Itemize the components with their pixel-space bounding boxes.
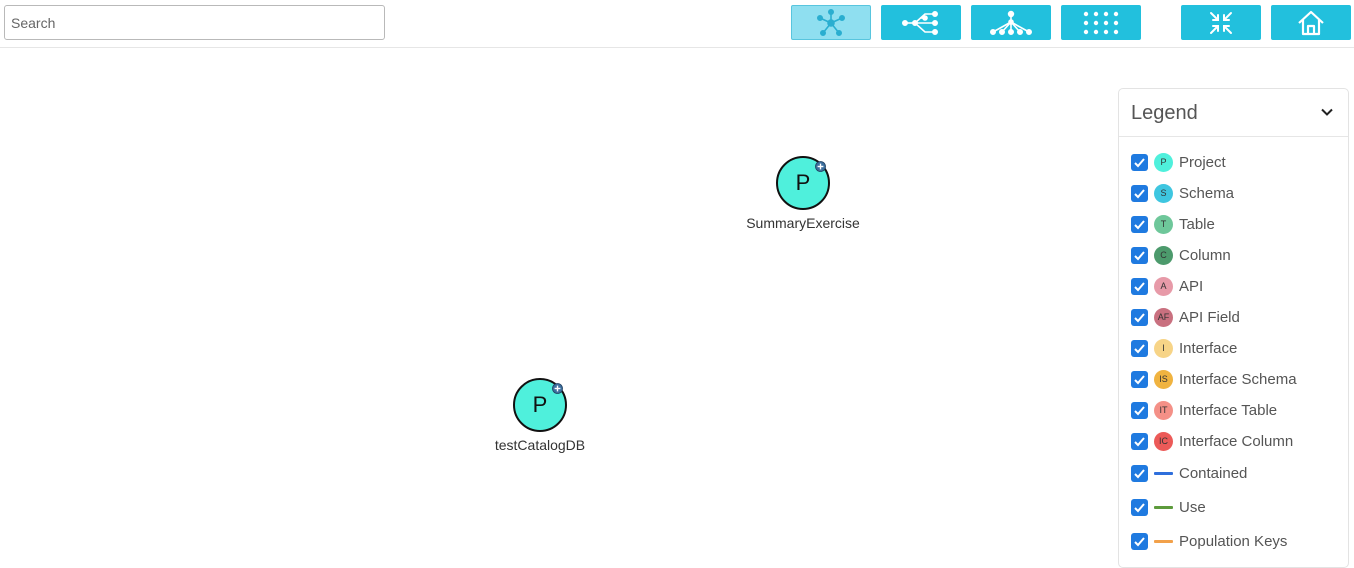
legend-item-interface-column[interactable]: IC Interface Column <box>1131 430 1293 452</box>
legend-checkbox[interactable] <box>1131 532 1148 550</box>
checkmark-icon <box>1134 436 1145 446</box>
checkmark-icon <box>1134 312 1145 322</box>
grid-layout-button[interactable] <box>1061 5 1141 40</box>
legend-label: Interface Table <box>1179 401 1278 419</box>
plus-circle-icon[interactable] <box>552 383 563 394</box>
legend-checkbox[interactable] <box>1131 215 1148 233</box>
vertical-tree-icon <box>989 10 1032 35</box>
legend-item-api[interactable]: A API <box>1131 275 1203 297</box>
legend-checkbox[interactable] <box>1131 498 1148 516</box>
tree-vertical-layout-button[interactable] <box>971 5 1051 40</box>
legend-item-use[interactable]: Use <box>1131 496 1206 518</box>
checkmark-icon <box>1134 250 1145 260</box>
legend-item-interface-schema[interactable]: IS Interface Schema <box>1131 368 1297 390</box>
legend-label: Interface Column <box>1179 432 1294 450</box>
checkmark-icon <box>1134 405 1145 415</box>
legend-badge: IS <box>1154 369 1173 389</box>
legend-checkbox[interactable] <box>1131 370 1148 388</box>
legend-badge: I <box>1154 338 1173 358</box>
legend-label: Project <box>1179 153 1226 171</box>
checkmark-icon <box>1134 343 1145 353</box>
plus-circle-icon[interactable] <box>815 161 826 172</box>
grid-dots-icon <box>1083 11 1119 34</box>
legend-checkbox[interactable] <box>1131 401 1148 419</box>
checkmark-icon <box>1134 188 1145 198</box>
legend-item-population-keys[interactable]: Population Keys <box>1131 530 1287 552</box>
legend-item-table[interactable]: T Table <box>1131 213 1215 235</box>
legend-line-swatch <box>1154 539 1173 543</box>
legend-checkbox[interactable] <box>1131 246 1148 264</box>
project-node-circle[interactable]: P <box>776 156 830 210</box>
legend-checkbox[interactable] <box>1131 339 1148 357</box>
graph-node[interactable]: P SummaryExercise <box>733 156 873 231</box>
legend-badge: A <box>1154 276 1173 296</box>
checkmark-icon <box>1134 281 1145 291</box>
star-layout-button[interactable] <box>791 5 871 40</box>
legend-item-interface-table[interactable]: IT Interface Table <box>1131 399 1277 421</box>
legend-checkbox[interactable] <box>1131 184 1148 202</box>
checkmark-icon <box>1134 219 1145 229</box>
home-icon <box>1298 10 1324 35</box>
legend-badge: S <box>1154 183 1173 203</box>
search-input[interactable] <box>4 5 385 40</box>
legend-badge: IT <box>1154 400 1173 420</box>
legend-label: Table <box>1179 215 1215 233</box>
star-network-icon <box>816 8 845 36</box>
legend-item-schema[interactable]: S Schema <box>1131 182 1234 204</box>
project-node-circle[interactable]: P <box>513 378 567 432</box>
legend-badge: AF <box>1154 307 1173 327</box>
legend-item-project[interactable]: P Project <box>1131 151 1226 173</box>
legend-item-interface[interactable]: I Interface <box>1131 337 1237 359</box>
legend-checkbox[interactable] <box>1131 277 1148 295</box>
legend-item-contained[interactable]: Contained <box>1131 462 1247 484</box>
legend-line-swatch <box>1154 471 1173 475</box>
legend-badge: C <box>1154 245 1173 265</box>
legend-label: Column <box>1179 246 1231 264</box>
legend-label: Schema <box>1179 184 1235 202</box>
horizontal-tree-icon <box>901 10 938 35</box>
legend-label: API <box>1179 277 1204 295</box>
legend-checkbox[interactable] <box>1131 308 1148 326</box>
chevron-down-icon[interactable] <box>1320 105 1334 119</box>
checkmark-icon <box>1134 536 1145 546</box>
legend-badge: IC <box>1154 431 1173 451</box>
checkmark-icon <box>1134 468 1145 478</box>
tree-horizontal-layout-button[interactable] <box>881 5 961 40</box>
node-type-letter: P <box>795 170 811 195</box>
legend-label: Contained <box>1179 464 1248 482</box>
collapse-arrows-icon <box>1210 11 1232 34</box>
legend-checkbox[interactable] <box>1131 464 1148 482</box>
node-type-letter: P <box>532 392 548 417</box>
legend-label: Population Keys <box>1179 532 1288 550</box>
graph-node[interactable]: P testCatalogDB <box>470 378 610 453</box>
legend-label: Use <box>1179 498 1206 516</box>
checkmark-icon <box>1134 374 1145 384</box>
legend-label: Interface <box>1179 339 1238 357</box>
legend-item-column[interactable]: C Column <box>1131 244 1231 266</box>
legend-badge: P <box>1154 152 1173 172</box>
legend-title: Legend <box>1131 102 1198 124</box>
legend-checkbox[interactable] <box>1131 153 1148 171</box>
legend-item-api-field[interactable]: AF API Field <box>1131 306 1240 328</box>
top-toolbar <box>0 0 1354 48</box>
node-label: SummaryExercise <box>746 215 860 231</box>
checkmark-icon <box>1134 157 1145 167</box>
legend-panel: Legend P Project S Schema T Table C Column A API A… <box>1118 88 1349 568</box>
checkmark-icon <box>1134 502 1145 512</box>
legend-line-swatch <box>1154 505 1173 509</box>
legend-label: Interface Schema <box>1179 370 1297 388</box>
collapse-button[interactable] <box>1181 5 1261 40</box>
legend-checkbox[interactable] <box>1131 432 1148 450</box>
node-label: testCatalogDB <box>494 437 586 453</box>
legend-badge: T <box>1154 214 1173 234</box>
home-button[interactable] <box>1271 5 1351 40</box>
legend-header[interactable]: Legend <box>1119 89 1348 137</box>
legend-label: API Field <box>1179 308 1240 326</box>
